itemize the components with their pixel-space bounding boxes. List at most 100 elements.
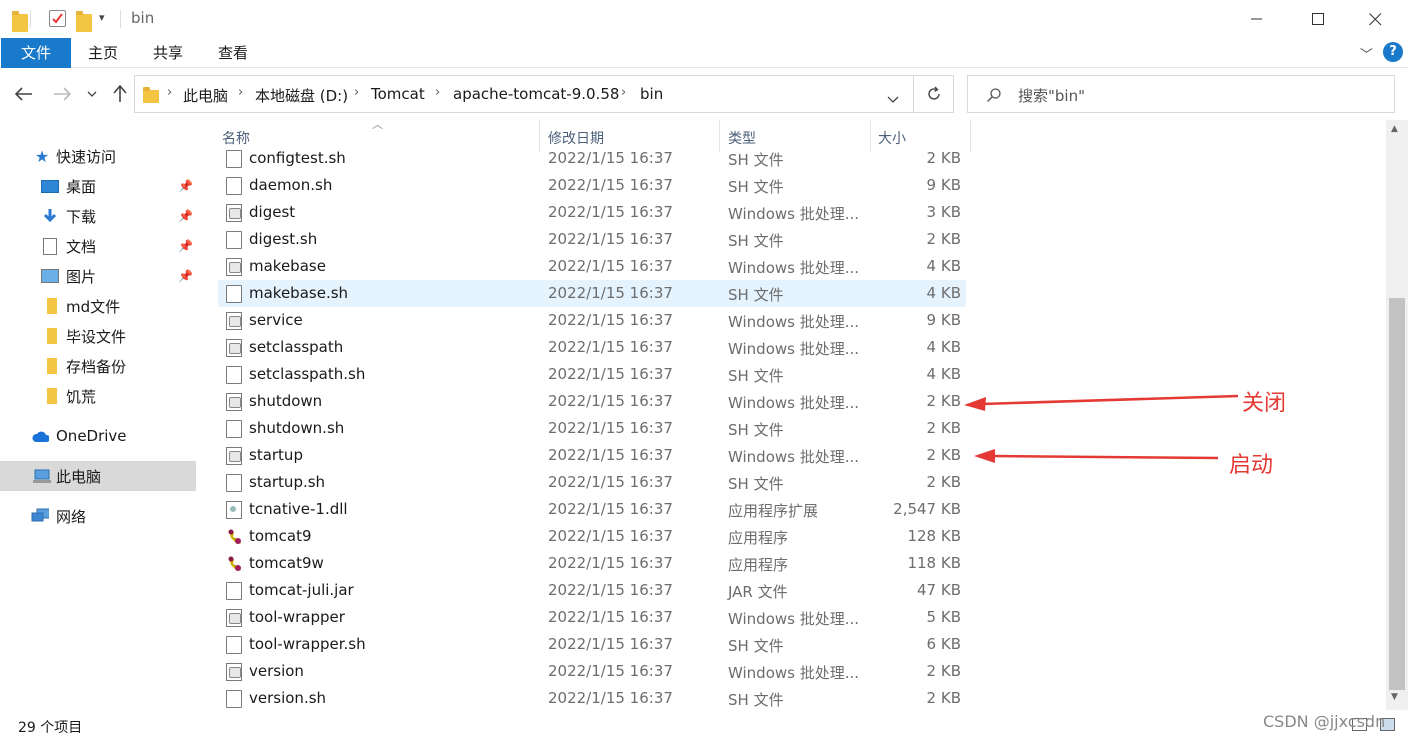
file-row[interactable]: tomcat-juli.jar 2022/1/15 16:37 JAR 文件 47 K… [218,577,966,604]
file-icon [226,420,242,438]
file-row[interactable]: version.sh 2022/1/15 16:37 SH 文件 2 KB [218,685,966,712]
pin-icon[interactable]: 📌 [178,209,193,223]
file-row[interactable]: version 2022/1/15 16:37 Windows 批处理... 2 KB [218,658,966,685]
file-size: 2 KB [926,230,961,248]
up-button[interactable] [108,82,132,106]
nav-item-label: 下载 [66,207,97,226]
tab-file[interactable]: 文件 [1,38,71,68]
nav-item-label: 此电脑 [56,467,102,486]
file-row[interactable]: tomcat9 2022/1/15 16:37 应用程序 128 KB [218,523,966,550]
file-row[interactable]: tcnative-1.dll 2022/1/15 16:37 应用程序扩展 2,547… [218,496,966,523]
nav-backup-folder[interactable]: 存档备份 [0,351,196,381]
pin-icon[interactable]: 📌 [178,269,193,283]
file-icon [226,690,242,708]
file-row[interactable]: startup 2022/1/15 16:37 Windows 批处理... 2 KB [218,442,966,469]
file-row[interactable]: setclasspath 2022/1/15 16:37 Windows 批处理..… [218,334,966,361]
file-row[interactable]: tool-wrapper 2022/1/15 16:37 Windows 批处理..… [218,604,966,631]
tab-share[interactable]: 共享 [145,38,191,68]
breadcrumb-separator-icon[interactable]: › [435,85,440,100]
forward-button[interactable] [50,82,74,106]
minimize-button[interactable] [1234,0,1280,38]
back-button[interactable] [12,82,36,106]
search-input[interactable]: 搜索"bin" [1018,85,1085,106]
nav-onedrive[interactable]: OneDrive [0,421,196,451]
file-date: 2022/1/15 16:37 [548,554,673,572]
file-row[interactable]: configtest.sh 2022/1/15 16:37 SH 文件 2 KB [218,145,966,172]
file-row[interactable]: daemon.sh 2022/1/15 16:37 SH 文件 9 KB [218,172,966,199]
nav-this-pc[interactable]: 此电脑 [0,461,196,491]
file-type: SH 文件 [728,421,784,439]
pin-icon[interactable]: 📌 [178,179,193,193]
tab-home[interactable]: 主页 [80,38,126,68]
maximize-button[interactable] [1295,0,1341,38]
file-type: SH 文件 [728,367,784,385]
ribbon-expand-icon[interactable]: ﹀ [1360,44,1373,63]
breadcrumb-apache-tomcat[interactable]: apache-tomcat-9.0.58 [453,85,619,103]
file-size: 4 KB [926,257,961,275]
column-divider[interactable] [970,120,971,152]
file-size: 2 KB [926,149,961,167]
address-bar[interactable]: › 此电脑 › 本地磁盘 (D:) › Tomcat › apache-tomc… [134,75,914,113]
file-size: 118 KB [907,554,961,572]
scrollbar-thumb[interactable] [1389,298,1405,690]
file-row[interactable]: makebase.sh 2022/1/15 16:37 SH 文件 4 KB [218,280,966,307]
tab-view[interactable]: 查看 [210,38,256,68]
scroll-up-icon[interactable]: ▲ [1391,124,1398,134]
nav-pictures[interactable]: 图片 📌 [0,261,196,291]
close-button[interactable] [1352,0,1398,38]
address-history-dropdown[interactable] [887,90,899,108]
file-size: 6 KB [926,635,961,653]
file-row[interactable]: digest.sh 2022/1/15 16:37 SH 文件 2 KB [218,226,966,253]
file-name: version.sh [249,689,327,707]
file-row[interactable]: startup.sh 2022/1/15 16:37 SH 文件 2 KB [218,469,966,496]
breadcrumb-this-pc[interactable]: 此电脑 [183,85,228,106]
file-date: 2022/1/15 16:37 [548,419,673,437]
file-row[interactable]: shutdown.sh 2022/1/15 16:37 SH 文件 2 KB [218,415,966,442]
file-row[interactable]: shutdown 2022/1/15 16:37 Windows 批处理... 2 K… [218,388,966,415]
file-date: 2022/1/15 16:37 [548,608,673,626]
recent-locations-button[interactable] [82,82,102,106]
file-row[interactable]: service 2022/1/15 16:37 Windows 批处理... 9 KB [218,307,966,334]
nav-md-folder[interactable]: md文件 [0,291,196,321]
file-row[interactable]: tool-wrapper.sh 2022/1/15 16:37 SH 文件 6 KB [218,631,966,658]
breadcrumb-separator-icon[interactable]: › [167,85,172,100]
search-box[interactable]: 搜索"bin" [967,75,1395,113]
properties-icon[interactable] [49,10,66,27]
cloud-icon [31,428,49,444]
batch-file-icon [226,312,242,330]
file-size: 128 KB [907,527,961,545]
nav-desktop[interactable]: 桌面 📌 [0,171,196,201]
forward-arrow-icon [54,87,71,101]
vertical-scrollbar[interactable]: ▲ ▼ [1386,120,1408,710]
file-row[interactable]: tomcat9w 2022/1/15 16:37 应用程序 118 KB [218,550,966,577]
breadcrumb-bin[interactable]: bin [640,85,663,103]
breadcrumb-tomcat[interactable]: Tomcat [371,85,425,103]
help-icon[interactable]: ? [1383,42,1403,62]
file-row[interactable]: makebase 2022/1/15 16:37 Windows 批处理... 4 K… [218,253,966,280]
file-name: digest.sh [249,230,318,248]
file-date: 2022/1/15 16:37 [548,473,673,491]
nav-documents[interactable]: 文档 📌 [0,231,196,261]
close-icon [1368,12,1381,25]
nav-quick-access[interactable]: ★ 快速访问 [0,141,196,171]
file-size: 2,547 KB [893,500,961,518]
new-folder-icon[interactable] [76,11,92,32]
nav-thesis-folder[interactable]: 毕设文件 [0,321,196,351]
nav-item-label: 快速访问 [56,147,117,166]
scroll-down-icon[interactable]: ▼ [1391,692,1398,702]
nav-network[interactable]: 网络 [0,501,196,531]
breadcrumb-separator-icon[interactable]: › [621,85,626,100]
refresh-button[interactable] [914,75,954,113]
file-name: setclasspath.sh [249,365,366,383]
file-size: 4 KB [926,284,961,302]
nav-game-folder[interactable]: 饥荒 [0,381,196,411]
breadcrumb-drive-d[interactable]: 本地磁盘 (D:) [255,85,348,106]
breadcrumb-separator-icon[interactable]: › [238,85,243,100]
file-row[interactable]: setclasspath.sh 2022/1/15 16:37 SH 文件 4 KB [218,361,966,388]
pin-icon[interactable]: 📌 [178,239,193,253]
file-row[interactable]: digest 2022/1/15 16:37 Windows 批处理... 3 KB [218,199,966,226]
qat-dropdown-icon[interactable]: ▾ [99,11,105,29]
breadcrumb-separator-icon[interactable]: › [354,85,359,100]
nav-downloads[interactable]: 下载 📌 [0,201,196,231]
document-icon [41,237,59,255]
